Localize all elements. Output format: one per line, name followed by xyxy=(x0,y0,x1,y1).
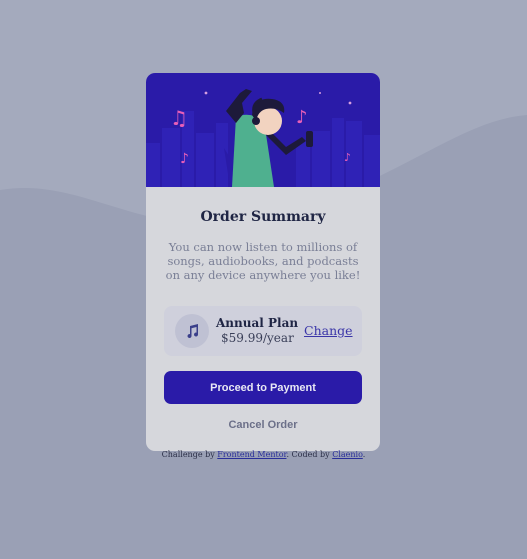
change-plan-link[interactable]: Change xyxy=(304,323,353,338)
plan-name: Annual Plan xyxy=(216,316,299,330)
music-note-icon xyxy=(175,314,209,348)
cancel-order-button[interactable]: Cancel Order xyxy=(146,419,380,431)
card-title: Order Summary xyxy=(200,209,326,225)
proceed-to-payment-button[interactable]: Proceed to Payment xyxy=(164,371,362,404)
plan-price: $59.99/year xyxy=(221,331,294,345)
plan-box: Annual Plan $59.99/year Change xyxy=(164,306,362,356)
order-summary-card: ♫ ♪ ♪ ♪ Order Summary You can now listen… xyxy=(146,73,380,451)
attribution-middle: . Coded by xyxy=(286,450,333,459)
svg-text:♪: ♪ xyxy=(344,151,351,164)
svg-text:♪: ♪ xyxy=(180,151,189,167)
attribution: Challenge by Frontend Mentor. Coded by C… xyxy=(0,450,527,459)
music-note-glyph xyxy=(187,324,199,339)
attribution-prefix: Challenge by xyxy=(161,450,218,459)
card-description: You can now listen to millions of songs,… xyxy=(165,240,361,282)
svg-text:♪: ♪ xyxy=(296,107,308,128)
attribution-suffix: . xyxy=(362,450,366,459)
frontend-mentor-link[interactable]: Frontend Mentor xyxy=(217,450,286,459)
hero-illustration: ♫ ♪ ♪ ♪ xyxy=(146,73,380,187)
author-link[interactable]: Claenio xyxy=(332,450,363,459)
svg-text:♫: ♫ xyxy=(170,106,188,130)
